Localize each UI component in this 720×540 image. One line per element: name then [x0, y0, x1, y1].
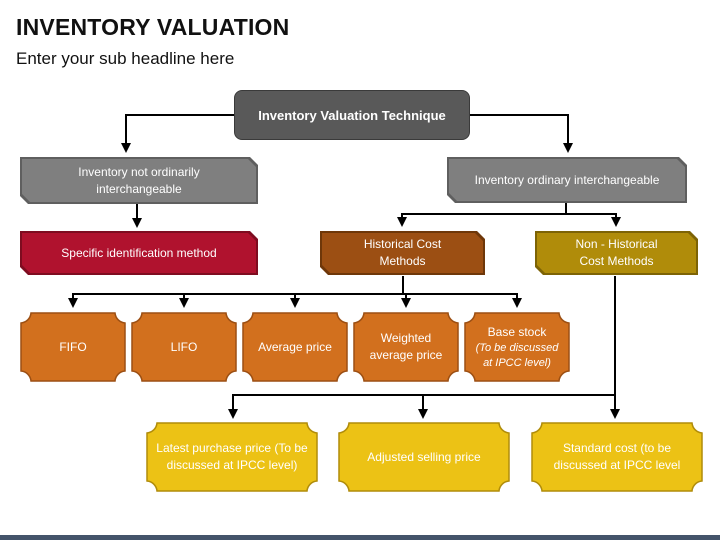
connector-right-nonhist [566, 213, 621, 227]
non-historical-method-3: Standard cost (to be discussed at IPCC l… [531, 422, 703, 492]
historical-cost-label: Historical Cost Methods [363, 237, 442, 268]
connector-right-split [397, 201, 567, 227]
non-historical-cost-node: Non - Historical Cost Methods [535, 231, 698, 275]
connector-hist-split [68, 276, 404, 308]
historical-method-5-note: (To be discussed at IPCC level) [475, 341, 559, 369]
root-node: Inventory Valuation Technique [234, 90, 470, 140]
historical-method-1: FIFO [20, 312, 126, 382]
historical-method-4: Weighted average price [353, 312, 459, 382]
non-historical-method-2-label: Adjusted selling price [367, 449, 481, 464]
historical-cost-node: Historical Cost Methods [320, 231, 485, 275]
non-historical-method-3-label: Standard cost (to be discussed at IPCC l… [553, 441, 681, 472]
non-historical-method-1: Latest purchase price (To be discussed a… [146, 422, 318, 492]
root-label: Inventory Valuation Technique [258, 107, 446, 123]
historical-method-5: Base stock (To be discussed at IPCC level… [464, 312, 570, 382]
historical-method-4-label: Weighted average price [369, 331, 443, 362]
interchangeable-label: Inventory ordinary interchangeable [474, 172, 660, 187]
historical-method-1-label: FIFO [59, 339, 87, 354]
footer-bar [0, 535, 720, 540]
specific-identification-label: Specific identification method [61, 245, 217, 260]
not-interchangeable-node: Inventory not ordinarily interchangeable [20, 157, 258, 204]
interchangeable-node: Inventory ordinary interchangeable [447, 157, 687, 203]
connector-root-left [121, 114, 234, 153]
historical-method-3-label: Average price [258, 339, 332, 354]
non-historical-method-2: Adjusted selling price [338, 422, 510, 492]
specific-identification-node: Specific identification method [20, 231, 258, 275]
non-historical-method-1-label: Latest purchase price (To be discussed a… [156, 441, 308, 472]
non-historical-cost-label: Non - Historical Cost Methods [575, 237, 658, 268]
historical-method-3: Average price [242, 312, 348, 382]
historical-method-2: LIFO [131, 312, 237, 382]
historical-method-5-label: Base stock [487, 324, 547, 339]
historical-method-2-label: LIFO [170, 339, 198, 354]
not-interchangeable-label: Inventory not ordinarily interchangeable [78, 164, 200, 196]
connector-root-right [470, 114, 573, 153]
